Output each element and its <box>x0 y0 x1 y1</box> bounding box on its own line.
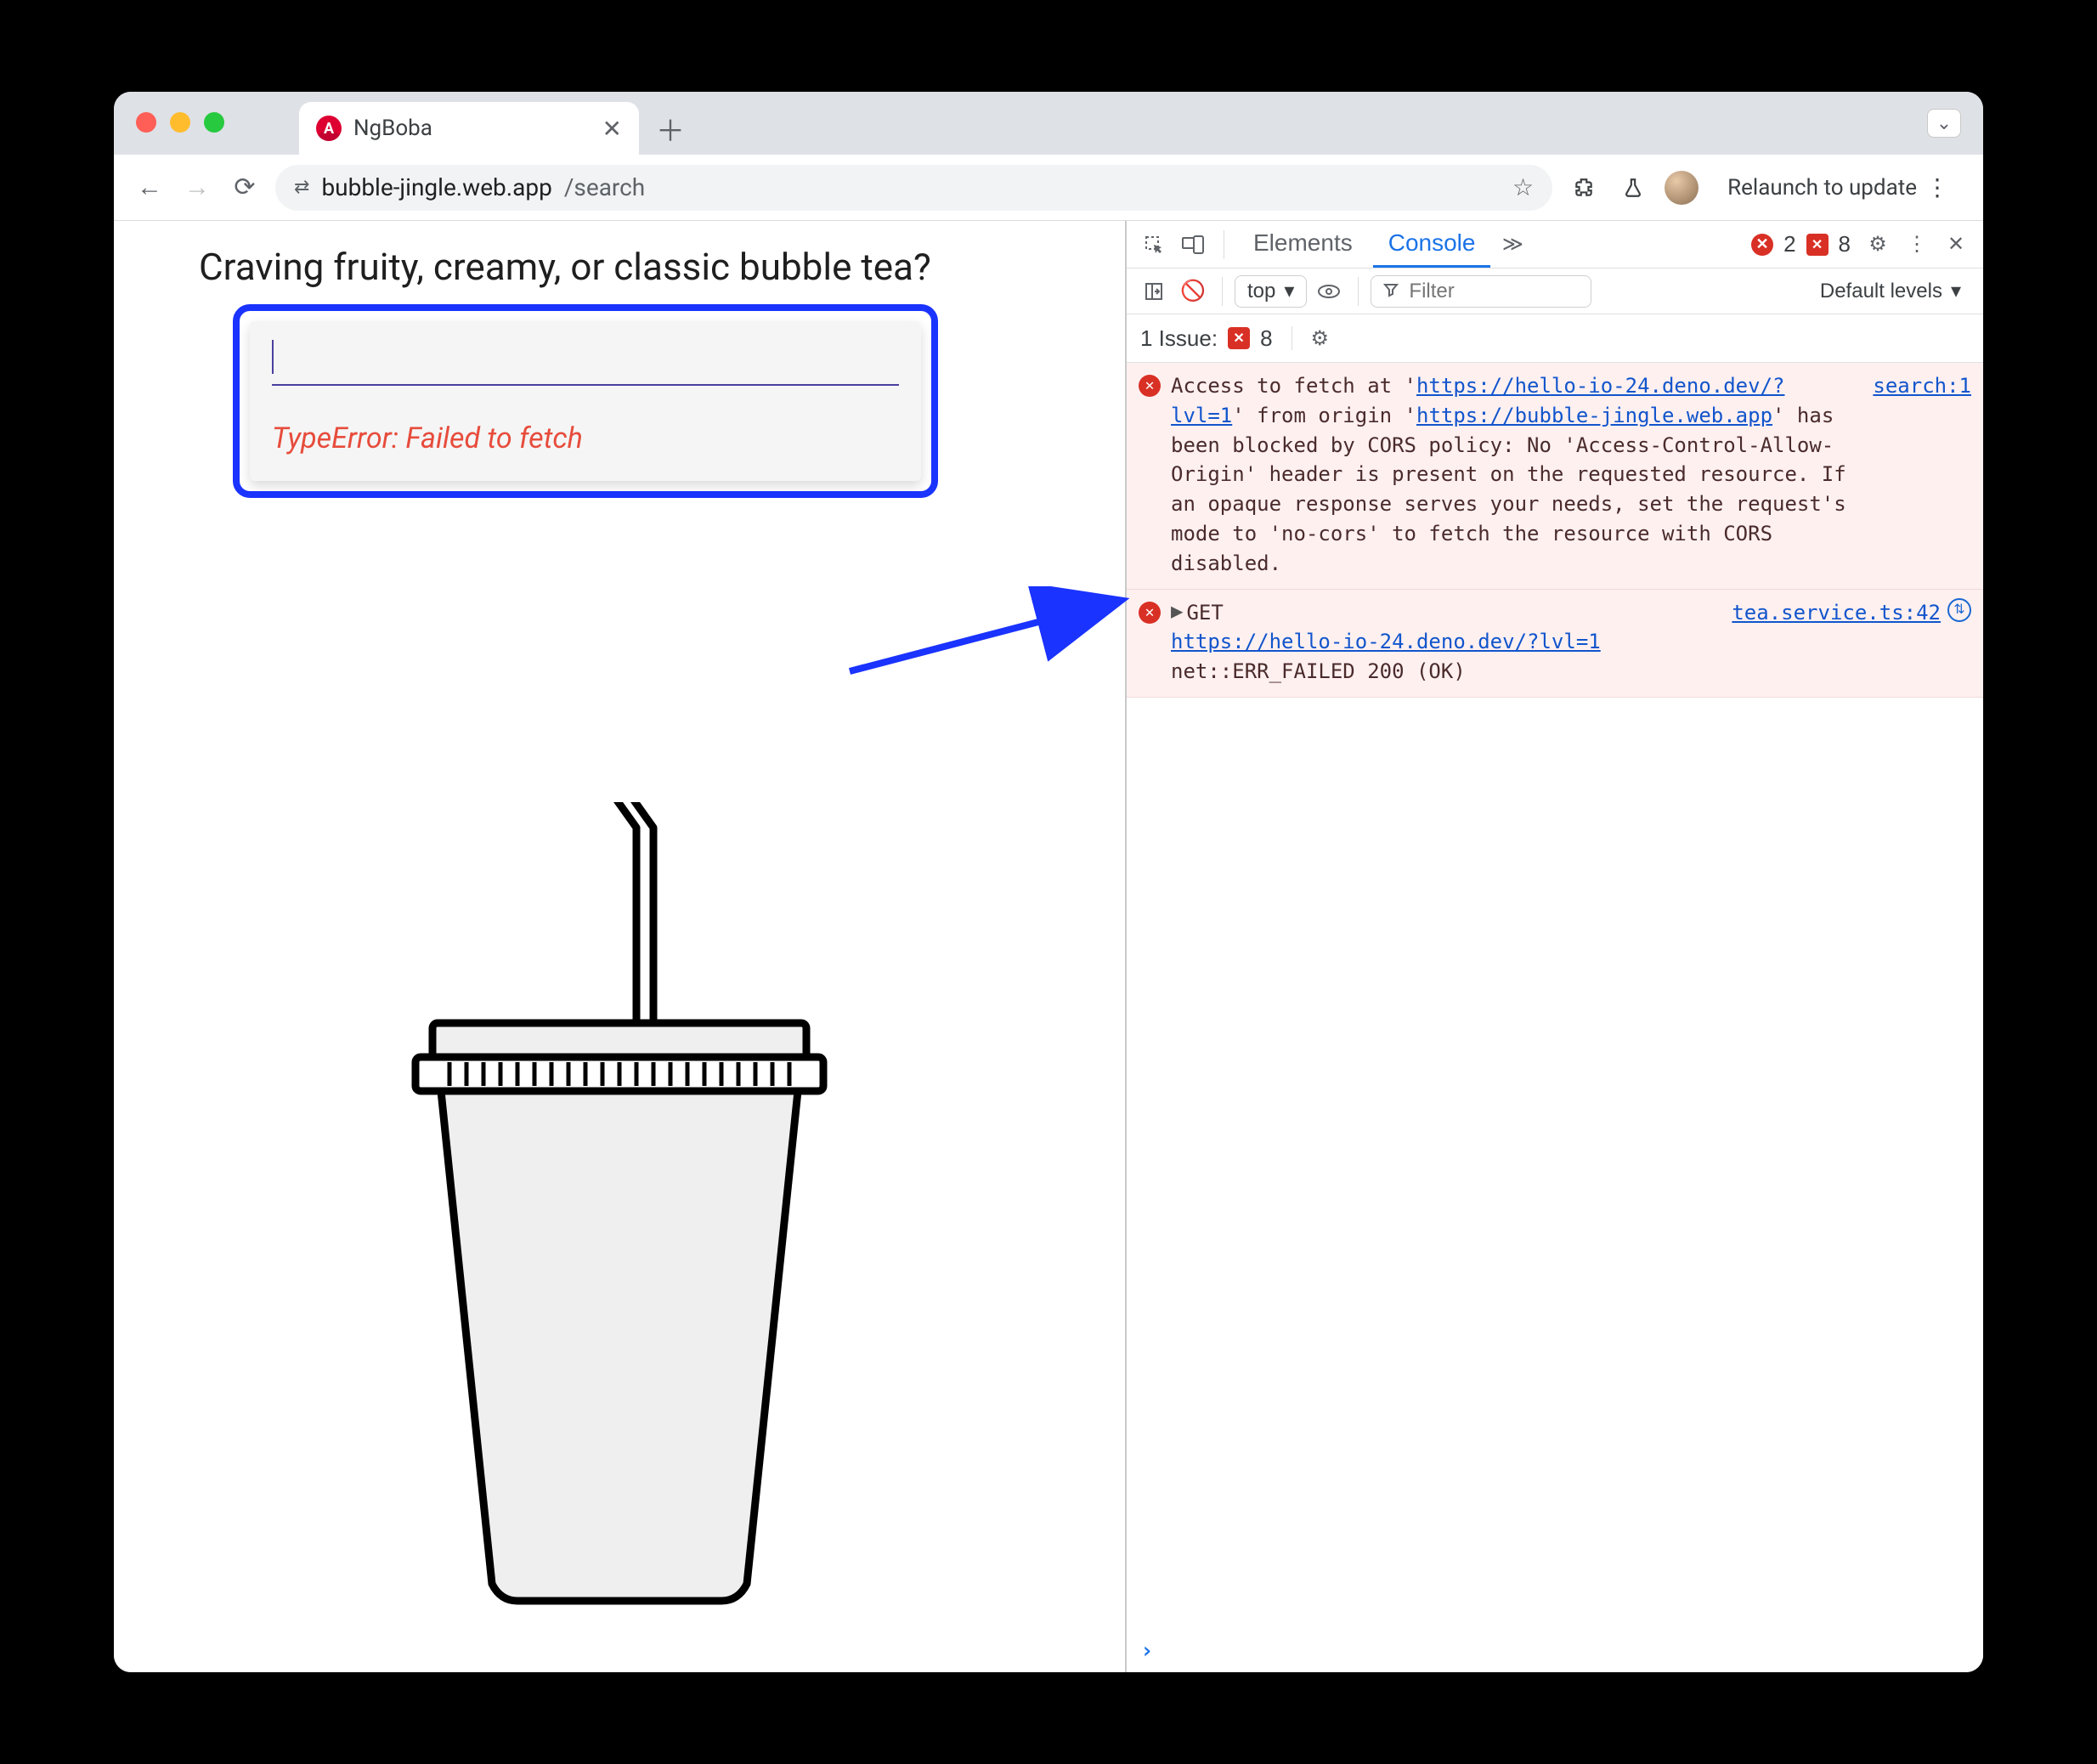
console-message-body: Access to fetch at 'https://hello-io-24.… <box>1171 371 1854 579</box>
window-controls <box>136 112 224 133</box>
devtools-close-icon[interactable]: ✕ <box>1939 228 1973 262</box>
back-button[interactable]: ← <box>133 171 167 205</box>
devtools-tab-elements[interactable]: Elements <box>1238 221 1368 268</box>
window-dropdown-icon[interactable]: ⌄ <box>1927 109 1961 138</box>
content-area: Craving fruity, creamy, or classic bubbl… <box>114 221 1983 1672</box>
console-settings-icon[interactable]: ⚙ <box>1311 321 1330 355</box>
labs-icon[interactable] <box>1615 170 1651 206</box>
text-cursor-icon <box>272 340 274 374</box>
page-heading: Craving fruity, creamy, or classic bubbl… <box>199 245 1040 289</box>
chevron-down-icon: ▾ <box>1951 279 1961 303</box>
titlebar: A NgBoba ✕ ＋ ⌄ <box>114 92 1983 155</box>
relaunch-label: Relaunch to update <box>1727 175 1917 201</box>
console-error-entry[interactable]: ✕ ▶GET https://hello-io-24.deno.dev/?lvl… <box>1127 590 1983 698</box>
context-label: top <box>1247 280 1275 303</box>
console-filter[interactable] <box>1371 275 1591 308</box>
device-toolbar-icon[interactable] <box>1176 228 1210 262</box>
url-toolbar: ← → ⟳ ⇄ bubble-jingle.web.app/search ☆ R… <box>114 155 1983 221</box>
log-levels-label: Default levels <box>1820 280 1942 303</box>
devtools-settings-icon[interactable]: ⚙ <box>1861 228 1895 262</box>
console-message-body: ▶GET https://hello-io-24.deno.dev/?lvl=1… <box>1171 598 1713 687</box>
console-prompt[interactable]: › <box>1127 1630 1983 1672</box>
issue-count: 8 <box>1834 231 1856 257</box>
divider <box>1222 277 1223 306</box>
devtools-menu-icon[interactable]: ⋮ <box>1900 228 1934 262</box>
forward-button[interactable]: → <box>180 171 214 205</box>
issue-badge-icon[interactable]: ✕ <box>1806 234 1829 256</box>
filter-icon <box>1383 280 1399 303</box>
tab-close-icon[interactable]: ✕ <box>602 115 622 143</box>
log-text: ' from origin ' <box>1232 404 1416 427</box>
devtools-panel: Elements Console ≫ ✕ 2 ✕ 8 ⚙ ⋮ ✕ 🚫 <box>1125 221 1983 1672</box>
issues-badge-count: 8 <box>1260 325 1272 352</box>
bookmark-star-icon[interactable]: ☆ <box>1512 173 1534 201</box>
log-source-link[interactable]: tea.service.ts:42 <box>1732 598 1941 628</box>
log-source-link[interactable]: search:1 <box>1873 371 1971 579</box>
log-method: GET <box>1186 601 1223 625</box>
relaunch-button[interactable]: Relaunch to update ⋮ <box>1712 167 1964 208</box>
error-message: TypeError: Failed to fetch <box>250 401 921 481</box>
divider <box>1358 277 1359 306</box>
more-tabs-icon[interactable]: ≫ <box>1495 228 1529 262</box>
console-issues-bar[interactable]: 1 Issue: ✕ 8 ⚙ <box>1127 314 1983 363</box>
reload-button[interactable]: ⟳ <box>228 171 262 205</box>
browser-window: A NgBoba ✕ ＋ ⌄ ← → ⟳ ⇄ bubble-jingle.web… <box>114 92 1983 1672</box>
url-path: /search <box>564 173 645 201</box>
log-text: Access to fetch at ' <box>1171 374 1416 398</box>
error-icon: ✕ <box>1139 602 1161 624</box>
profile-avatar[interactable] <box>1665 171 1699 205</box>
issues-label: 1 Issue: <box>1140 325 1218 352</box>
console-sidebar-toggle-icon[interactable] <box>1137 274 1171 308</box>
error-icon: ✕ <box>1139 375 1161 397</box>
address-bar[interactable]: ⇄ bubble-jingle.web.app/search ☆ <box>275 165 1552 211</box>
window-minimize-button[interactable] <box>170 112 190 133</box>
url-host: bubble-jingle.web.app <box>321 173 551 201</box>
search-card: TypeError: Failed to fetch <box>250 321 921 481</box>
console-error-entry[interactable]: ✕ Access to fetch at 'https://hello-io-2… <box>1127 363 1983 590</box>
console-filter-input[interactable] <box>1407 279 1579 304</box>
clear-console-icon[interactable]: 🚫 <box>1176 274 1210 308</box>
page-viewport: Craving fruity, creamy, or classic bubbl… <box>114 221 1125 1672</box>
log-url-link[interactable]: https://hello-io-24.deno.dev/?lvl=1 <box>1171 630 1601 653</box>
new-tab-button[interactable]: ＋ <box>649 107 692 150</box>
issues-badge-icon: ✕ <box>1228 327 1250 349</box>
extensions-icon[interactable] <box>1566 170 1602 206</box>
chrome-menu-icon[interactable]: ⋮ <box>1925 173 1949 201</box>
highlight-outline: TypeError: Failed to fetch <box>233 304 938 498</box>
network-initiator-icon[interactable]: ⇅ <box>1947 598 1971 622</box>
browser-tab[interactable]: A NgBoba ✕ <box>299 102 639 155</box>
log-levels-selector[interactable]: Default levels ▾ <box>1808 275 1973 308</box>
callout-arrow-icon <box>845 586 1133 688</box>
log-text: ' has been blocked by CORS policy: No 'A… <box>1171 404 1858 575</box>
devtools-tab-console[interactable]: Console <box>1373 221 1491 268</box>
expand-triangle-icon[interactable]: ▶ <box>1171 596 1183 626</box>
angular-favicon-icon: A <box>316 116 342 141</box>
search-input[interactable] <box>272 345 899 386</box>
tab-title: NgBoba <box>353 116 432 141</box>
inspect-element-icon[interactable] <box>1137 228 1171 262</box>
error-badge-icon[interactable]: ✕ <box>1751 234 1773 256</box>
console-log-list: ✕ Access to fetch at 'https://hello-io-2… <box>1127 363 1983 1630</box>
live-expression-icon[interactable] <box>1312 274 1346 308</box>
site-info-icon[interactable]: ⇄ <box>294 177 309 198</box>
context-selector[interactable]: top ▾ <box>1235 275 1307 308</box>
search-field-wrapper <box>250 321 921 401</box>
error-count: 2 <box>1778 231 1800 257</box>
devtools-tabbar: Elements Console ≫ ✕ 2 ✕ 8 ⚙ ⋮ ✕ <box>1127 221 1983 269</box>
boba-cup-illustration <box>382 802 857 1621</box>
window-maximize-button[interactable] <box>204 112 224 133</box>
chevron-down-icon: ▾ <box>1284 279 1294 303</box>
console-toolbar: 🚫 top ▾ Default levels <box>1127 269 1983 314</box>
window-close-button[interactable] <box>136 112 156 133</box>
log-url-link[interactable]: https://bubble-jingle.web.app <box>1416 404 1772 427</box>
